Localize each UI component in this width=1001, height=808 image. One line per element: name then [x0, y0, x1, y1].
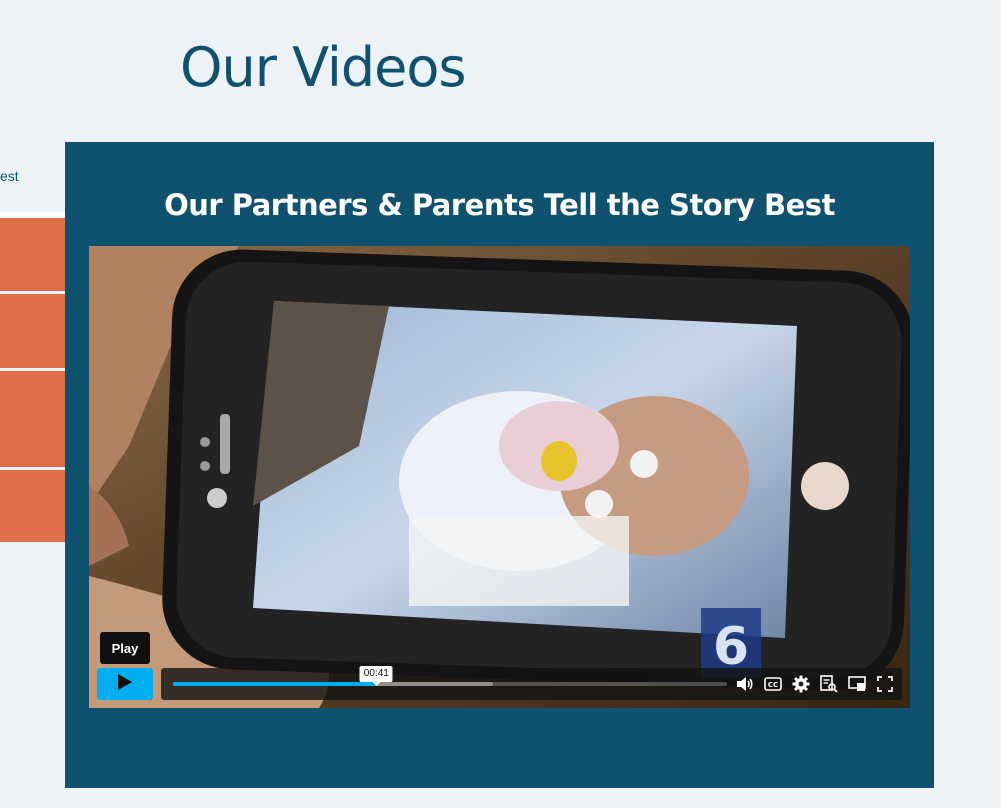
page-title: Our Videos	[180, 36, 467, 99]
fullscreen-icon[interactable]	[875, 674, 895, 694]
side-tab-item[interactable]	[0, 218, 65, 291]
video-panel: Our Partners & Parents Tell the Story Be…	[65, 142, 934, 788]
settings-icon[interactable]	[791, 674, 811, 694]
play-button[interactable]	[97, 668, 153, 700]
current-time-tooltip: 00:41	[359, 666, 393, 686]
svg-text:CC: CC	[768, 681, 778, 689]
played-range	[173, 682, 377, 686]
closed-captions-icon[interactable]: CC	[763, 674, 783, 694]
play-icon	[118, 673, 132, 695]
play-tooltip: Play	[100, 632, 150, 664]
progress-bar[interactable]: 00:41	[173, 666, 727, 686]
side-tab-item[interactable]	[0, 470, 65, 542]
video-section-heading: Our Partners & Parents Tell the Story Be…	[164, 188, 835, 222]
side-tab-item[interactable]	[0, 371, 65, 467]
video-player[interactable]: 6 Play 00:41 CC	[89, 246, 910, 708]
player-control-bar: 00:41 CC	[161, 666, 902, 700]
side-tab-item[interactable]	[0, 294, 65, 368]
side-tab-label[interactable]: est	[0, 168, 19, 184]
transcript-icon[interactable]	[819, 674, 839, 694]
volume-icon[interactable]	[735, 674, 755, 694]
video-frame-image: 6	[89, 246, 910, 708]
side-tab-panel	[0, 212, 65, 542]
picture-in-picture-icon[interactable]	[847, 674, 867, 694]
